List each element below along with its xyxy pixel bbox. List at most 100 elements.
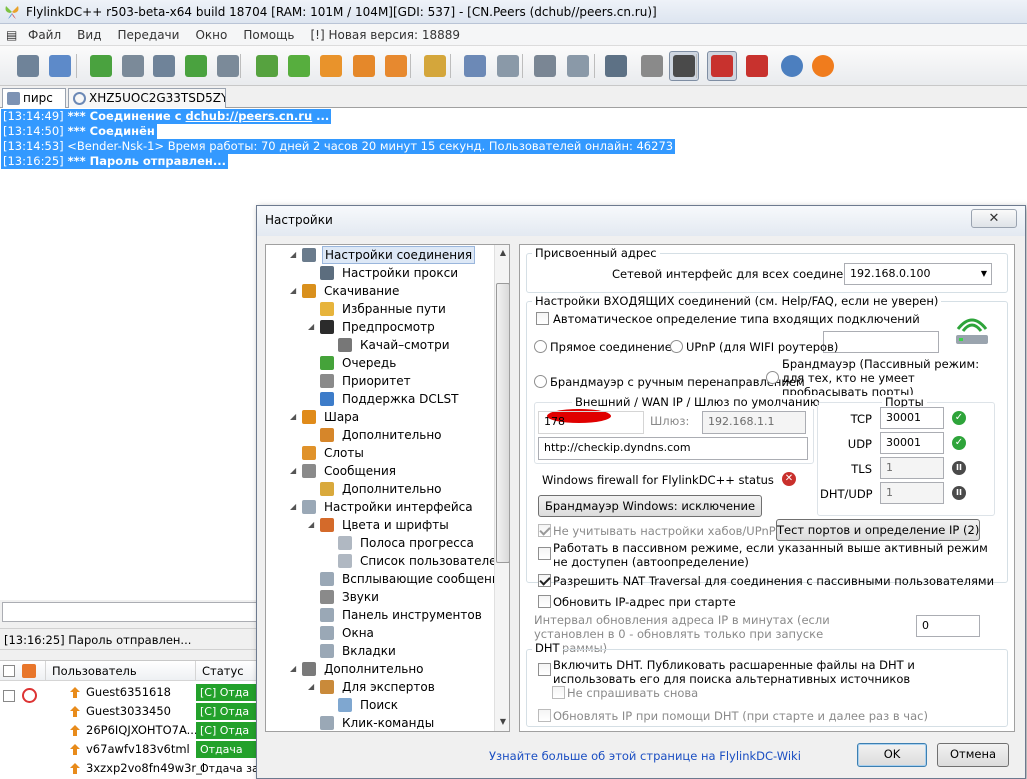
tree-scrollbar[interactable]: ▲ ▼ xyxy=(494,245,509,731)
recent-hubs-icon[interactable] xyxy=(118,51,148,81)
wan-ip-field[interactable]: 178 xyxy=(538,411,644,434)
message-input[interactable] xyxy=(2,602,257,622)
menu-new-version[interactable]: [!] Новая версия: 18889 xyxy=(302,24,468,46)
toolbar-glyph xyxy=(256,55,278,77)
firewall-exception-button[interactable]: Брандмауэр Windows: исключение xyxy=(538,495,762,517)
public-hubs-icon[interactable] xyxy=(13,51,43,81)
menu-transfers[interactable]: Передачи xyxy=(109,24,187,46)
menu-view[interactable]: Вид xyxy=(69,24,109,46)
menu-window[interactable]: Окно xyxy=(187,24,235,46)
search-icon[interactable] xyxy=(460,51,490,81)
scroll-thumb[interactable] xyxy=(496,283,509,563)
arrow-down-icon[interactable] xyxy=(284,51,314,81)
direct-radio[interactable] xyxy=(534,340,547,353)
assigned-address-legend: Присвоенный адрес xyxy=(532,246,660,260)
test-ports-button[interactable]: Тест портов и определение IP (2) xyxy=(776,519,980,541)
limiter-pressed-icon[interactable] xyxy=(742,51,772,81)
ignore-hub-settings-label: Не учитывать настройки хабов/UPnP xyxy=(553,524,776,538)
upload-icon[interactable] xyxy=(349,51,379,81)
dont-ask-checkbox[interactable] xyxy=(552,686,565,699)
upnp-radio[interactable] xyxy=(670,340,683,353)
dialog-title-bar[interactable]: Настройки xyxy=(257,206,1025,236)
cancel-button[interactable]: Отмена xyxy=(937,743,1009,767)
upload-queue-icon[interactable] xyxy=(213,51,243,81)
scheduler-icon[interactable] xyxy=(637,51,667,81)
tab-private-message[interactable]: XHZ5UOC2G33TSD5ZYH... xyxy=(68,88,226,108)
download-icon[interactable] xyxy=(316,51,346,81)
column-status[interactable]: Статус xyxy=(195,661,260,681)
ignore-hub-settings-checkbox[interactable] xyxy=(538,524,551,537)
nat-traversal-checkbox[interactable] xyxy=(538,574,551,587)
finished-downloads-icon[interactable] xyxy=(181,51,211,81)
port-field[interactable]: 30001 xyxy=(880,432,944,454)
tree-expand-icon[interactable]: ◢ xyxy=(290,408,300,426)
gateway-field[interactable]: 192.168.1.1 xyxy=(702,411,806,434)
toolbar-separator xyxy=(450,54,451,78)
tab-bar: пирс XHZ5UOC2G33TSD5ZYH... xyxy=(0,86,1027,108)
notepad-icon[interactable] xyxy=(252,51,282,81)
toolbar-glyph xyxy=(673,55,695,77)
ok-button[interactable]: OK xyxy=(857,743,927,767)
user-list[interactable]: Пользователь Статус Guest6351618 [C] Отда… xyxy=(0,660,260,779)
menu-file[interactable]: Файл xyxy=(20,24,69,46)
update-ip-checkbox[interactable] xyxy=(538,595,551,608)
user-name: 26P6IQJXOHTO7A... xyxy=(86,723,198,737)
away-icon[interactable] xyxy=(669,51,699,81)
update-interval-field[interactable]: 0 xyxy=(916,615,980,637)
dht-update-ip-checkbox[interactable] xyxy=(538,709,551,722)
wan-legend: Внешний / WAN IP / Шлюз по умолчанию xyxy=(572,395,823,409)
interface-select[interactable]: 192.168.0.100 ▼ xyxy=(844,263,992,285)
bind-address-field[interactable] xyxy=(823,331,939,353)
settings-file-icon[interactable] xyxy=(420,51,450,81)
user-row[interactable]: 3xzxp2vo8fn49w3r_l Отдача зав xyxy=(0,759,260,778)
tree-expand-icon[interactable]: ◢ xyxy=(308,516,318,534)
manual-radio[interactable] xyxy=(534,375,547,388)
user-name: v67awfv183v6tml xyxy=(86,742,190,756)
port-field[interactable]: 1 xyxy=(880,482,944,504)
user-row[interactable]: 26P6IQJXOHTO7A... [C] Отда xyxy=(0,721,260,740)
tree-expand-icon[interactable]: ◢ xyxy=(290,246,300,264)
tree-expand-icon[interactable]: ◢ xyxy=(308,678,318,696)
direct-label: Прямое соединение xyxy=(550,340,672,354)
wiki-help-link[interactable]: Узнайте больше об этой странице на Flyli… xyxy=(489,749,801,763)
user-row[interactable]: v67awfv183v6tml Отдача xyxy=(0,740,260,759)
rss-icon[interactable] xyxy=(808,51,838,81)
auto-detect-checkbox[interactable] xyxy=(536,312,549,325)
window-title-bar[interactable]: FlylinkDC++ r503-beta-x64 build 18704 [R… xyxy=(0,0,1027,24)
upload-tray-icon[interactable] xyxy=(381,51,411,81)
dialog-close-button[interactable]: ✕ xyxy=(971,209,1017,228)
network-stats-icon[interactable] xyxy=(530,51,560,81)
tree-expand-icon[interactable]: ◢ xyxy=(290,498,300,516)
tree-expand-icon[interactable]: ◢ xyxy=(290,282,300,300)
passive-fallback-checkbox[interactable] xyxy=(538,547,551,560)
user-row[interactable]: Guest6351618 [C] Отда xyxy=(0,683,260,702)
limiter-icon[interactable] xyxy=(707,51,737,81)
scroll-down-arrow[interactable]: ▼ xyxy=(496,715,509,729)
adl-search-icon[interactable] xyxy=(493,51,523,81)
tree-expand-icon[interactable]: ◢ xyxy=(290,462,300,480)
checkip-url-field[interactable]: http://checkip.dyndns.com xyxy=(538,437,808,460)
passive-radio[interactable] xyxy=(766,371,779,384)
port-field[interactable]: 30001 xyxy=(880,407,944,429)
user-row[interactable]: Guest3033450 [C] Отда xyxy=(0,702,260,721)
favorite-hubs-icon[interactable] xyxy=(45,51,75,81)
media-icon[interactable] xyxy=(777,51,807,81)
tree-expand-icon[interactable]: ◢ xyxy=(308,318,318,336)
search-icon xyxy=(338,698,352,712)
scroll-up-arrow[interactable]: ▲ xyxy=(496,246,509,260)
finished-uploads-icon[interactable] xyxy=(563,51,593,81)
favorite-users-icon[interactable] xyxy=(86,51,116,81)
download-queue-icon[interactable] xyxy=(149,51,179,81)
tree-expand-icon[interactable]: ◢ xyxy=(290,660,300,678)
system-menu-icon[interactable]: ▤ xyxy=(0,24,20,46)
tab-hub-peers[interactable]: пирс xyxy=(2,88,66,108)
select-all-checkbox[interactable] xyxy=(3,665,15,677)
spy-icon[interactable] xyxy=(601,51,631,81)
settings-tree[interactable]: ◢ Настройки соединения Настройки прокси ◢ Ск… xyxy=(265,244,510,732)
menu-help[interactable]: Помощь xyxy=(235,24,302,46)
user-filter-icon[interactable] xyxy=(22,664,36,678)
column-user[interactable]: Пользователь xyxy=(45,661,195,681)
port-field[interactable]: 1 xyxy=(880,457,944,479)
enable-dht-checkbox[interactable] xyxy=(538,663,551,676)
hub-link[interactable]: dchub://peers.cn.ru xyxy=(186,109,313,123)
